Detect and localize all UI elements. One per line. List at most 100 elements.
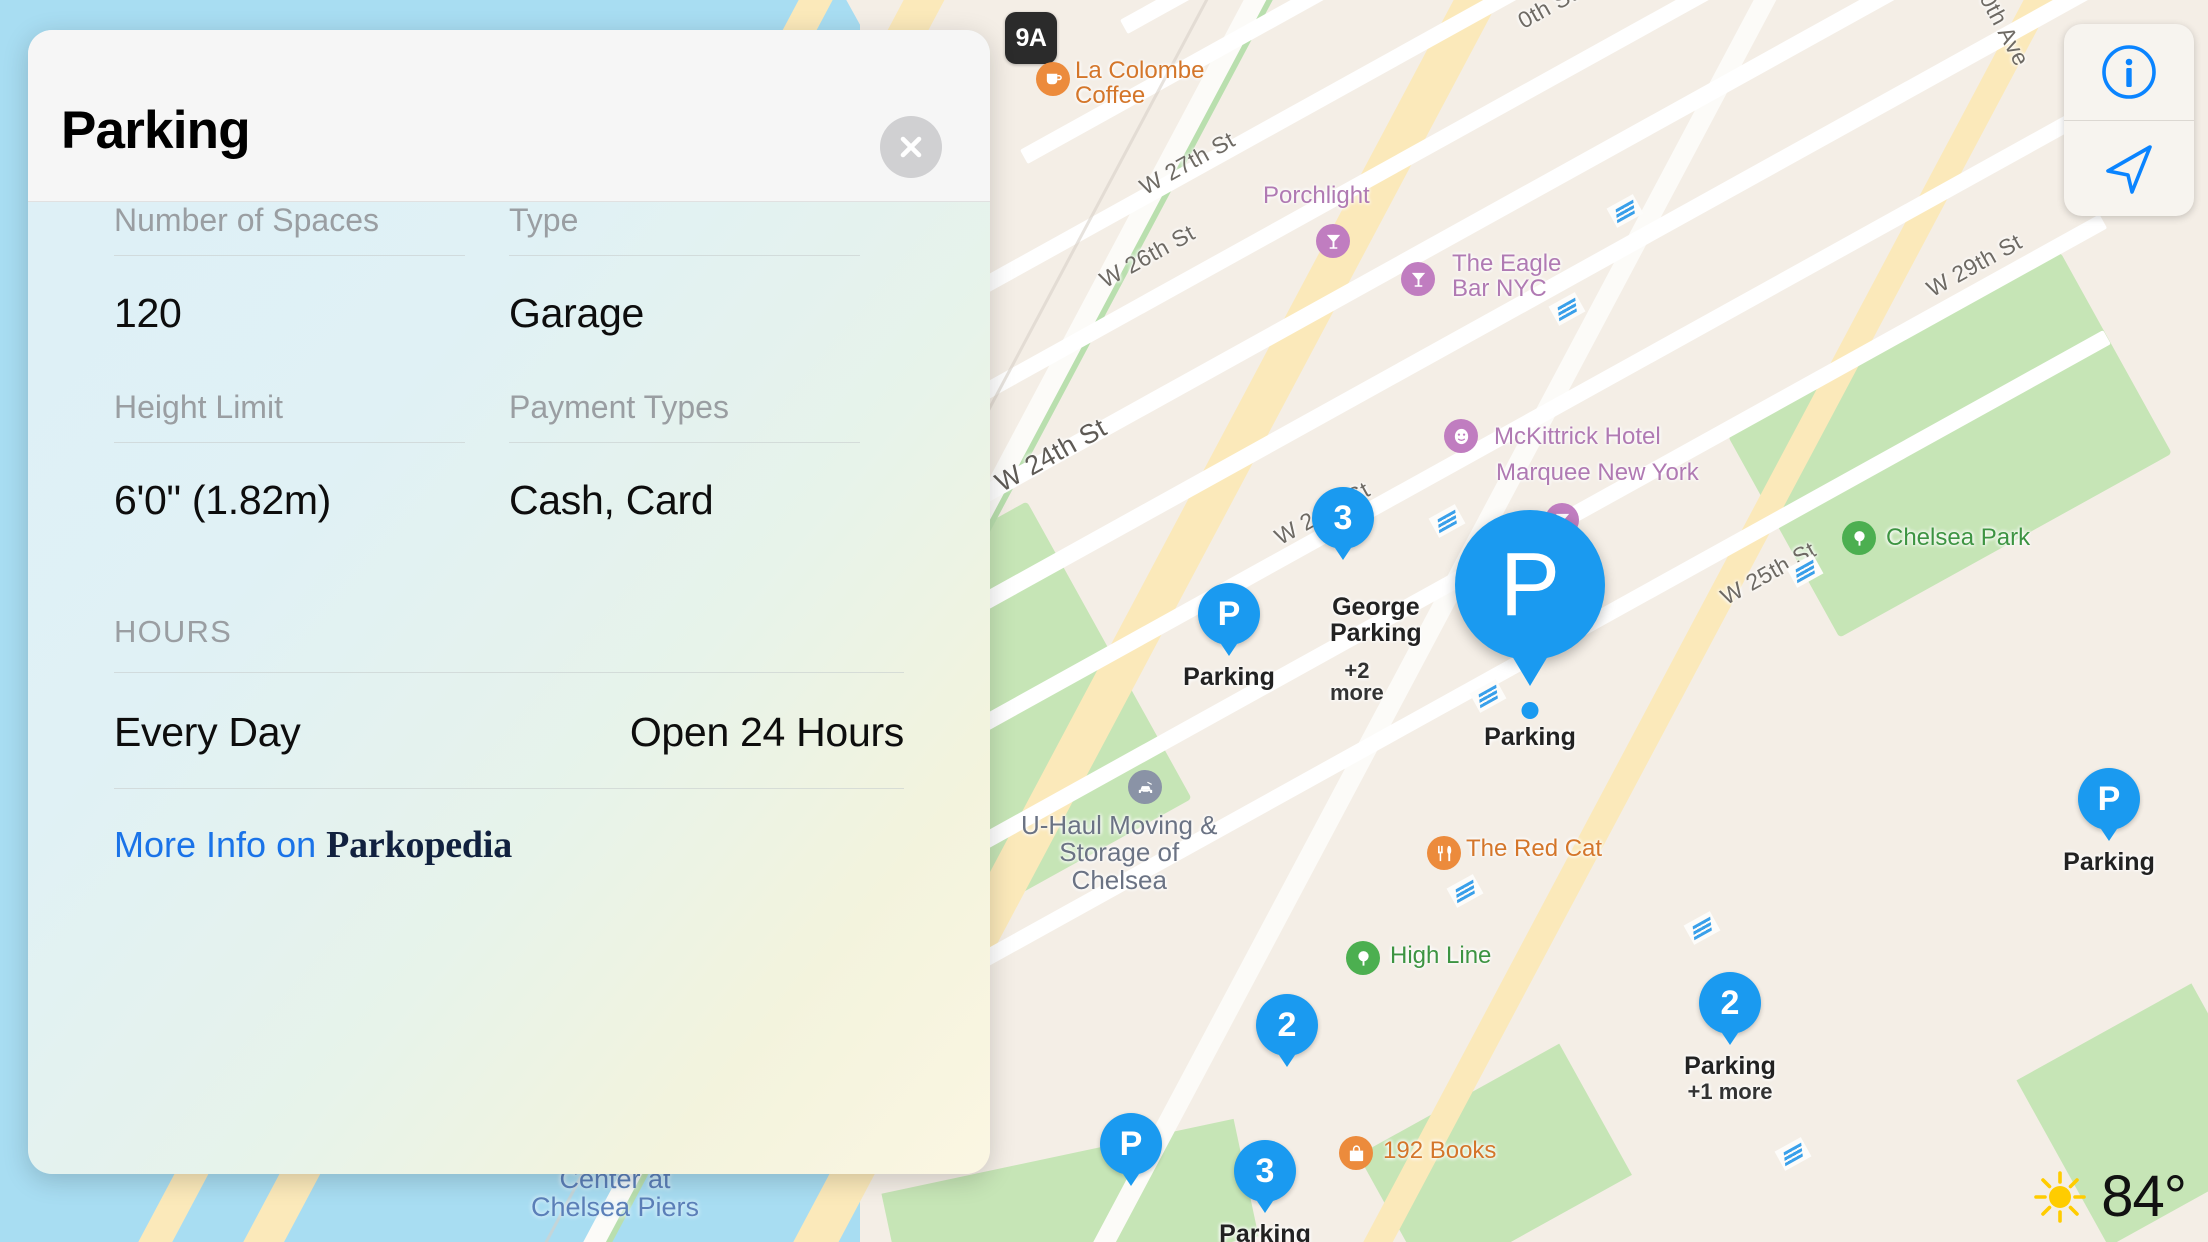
pin-label: Parking (2063, 848, 2155, 876)
more-info-prefix: More Info on (114, 824, 327, 865)
pin-glyph: P (1217, 595, 1241, 633)
panel-header: Parking (28, 30, 990, 202)
field-row-1: Number of Spaces 120 Type Garage (114, 202, 904, 389)
pin-glyph: 3 (1255, 1152, 1275, 1190)
field-divider (509, 442, 860, 443)
field-number-of-spaces: Number of Spaces 120 (114, 202, 509, 389)
cluster-more: +2 more (1330, 658, 1384, 706)
field-divider (114, 255, 465, 256)
pin-glyph: 2 (1277, 1006, 1297, 1044)
poi-marker[interactable] (1401, 262, 1435, 296)
hours-value: Open 24 Hours (629, 709, 904, 755)
cluster-name: George Parking (1330, 593, 1422, 647)
poi-label: The Eagle Bar NYC (1452, 250, 1562, 303)
park-tree-icon (1842, 521, 1876, 555)
poi-marker[interactable] (1316, 224, 1350, 258)
hours-day: Every Day (114, 709, 301, 755)
pin-more-count: +1 more (1687, 1078, 1773, 1104)
poi-marker[interactable] (1427, 836, 1461, 870)
info-circle-icon (2102, 45, 2156, 99)
locate-button[interactable] (2064, 120, 2194, 216)
parking-pin[interactable]: 2 Parking +1 more (1684, 972, 1776, 1102)
info-button[interactable] (2064, 24, 2194, 120)
poi-marker[interactable] (1842, 521, 1876, 555)
parking-count-badge: 3 (1234, 1140, 1296, 1202)
poi-label: High Line (1390, 942, 1492, 969)
poi-marker[interactable] (1339, 1136, 1373, 1170)
field-label: Type (509, 202, 579, 238)
poi-label: The Red Cat (1466, 835, 1603, 862)
shop-bag-icon (1339, 1136, 1373, 1170)
parking-count-badge: 3 (1312, 487, 1374, 549)
pin-glyph: P (1499, 535, 1561, 635)
close-button[interactable] (880, 116, 942, 178)
parkopedia-brand: Parkopedia (326, 824, 513, 866)
field-value: Garage (509, 290, 644, 336)
poi-label: McKittrick Hotel (1494, 423, 1661, 450)
route-shield-9a: 9A (1005, 12, 1057, 64)
route-shield-label: 9A (1015, 23, 1047, 52)
parking-pin[interactable]: P Parking (2063, 768, 2155, 875)
field-payment-types: Payment Types Cash, Card (509, 389, 904, 576)
poi-marker[interactable] (1346, 941, 1380, 975)
poi-label: 192 Books (1383, 1137, 1497, 1164)
pin-label: Parking (1219, 1220, 1311, 1242)
poi-label: Chelsea Park (1886, 524, 2031, 551)
parking-pin-selected[interactable]: P Parking (1455, 510, 1605, 750)
field-value: Cash, Card (509, 477, 714, 523)
park-tree-icon (1346, 941, 1380, 975)
pin-glyph: 3 (1333, 499, 1353, 537)
parking-p-icon: P (1100, 1113, 1162, 1175)
parking-pin[interactable]: 2 (1256, 994, 1318, 1056)
hours-row: Every Day Open 24 Hours (114, 673, 904, 788)
bar-icon (1401, 262, 1435, 296)
hours-top-divider (114, 672, 904, 673)
pin-anchor-dot (1521, 702, 1539, 719)
panel-body: Number of Spaces 120 Type Garage Height … (28, 202, 990, 867)
pin-glyph: 2 (1720, 984, 1740, 1022)
parking-count-badge: 2 (1256, 994, 1318, 1056)
parking-pin[interactable]: 3 Parking (1219, 1140, 1311, 1242)
poi-marker[interactable] (1036, 62, 1070, 96)
theater-icon (1444, 419, 1478, 453)
field-label: Number of Spaces (114, 202, 380, 238)
field-label: Height Limit (114, 389, 283, 425)
cafe-icon (1036, 62, 1070, 96)
poi-label: La Colombe Coffee (1075, 57, 1205, 110)
car-service-icon (1128, 770, 1162, 804)
field-label: Payment Types (509, 389, 729, 425)
sun-icon (2034, 1170, 2087, 1223)
more-info-row: More Info on Parkopedia (114, 789, 904, 867)
hours-bottom-divider (114, 788, 904, 789)
restaurant-icon (1427, 836, 1461, 870)
parking-pin[interactable]: 3 (1312, 487, 1374, 549)
pin-glyph: P (1119, 1125, 1143, 1163)
field-divider (114, 442, 465, 443)
pin-label: Parking +1 more (1684, 1052, 1776, 1104)
parking-count-badge: 2 (1699, 972, 1761, 1034)
poi-marker[interactable] (1444, 419, 1478, 453)
field-type: Type Garage (509, 202, 904, 389)
panel-title: Parking (61, 101, 251, 160)
close-x-icon (900, 136, 922, 158)
parking-pin[interactable]: P Parking (1183, 583, 1275, 690)
more-info-link[interactable]: More Info on Parkopedia (114, 824, 513, 866)
field-divider (509, 255, 860, 256)
hours-section-title: HOURS (114, 614, 232, 649)
weather-widget: 84° (2019, 1157, 2200, 1236)
pin-label: Parking (1183, 663, 1275, 691)
bar-icon (1316, 224, 1350, 258)
poi-label: Porchlight (1263, 182, 1370, 209)
field-row-2: Height Limit 6'0" (1.82m) Payment Types … (114, 389, 904, 576)
poi-label: U-Haul Moving & Storage of Chelsea (1021, 810, 1218, 895)
field-value: 120 (114, 290, 182, 336)
parking-p-icon: P (1455, 510, 1605, 660)
poi-label: Marquee New York (1496, 459, 1699, 486)
parking-p-icon: P (1198, 583, 1260, 645)
temperature-value: 84° (2101, 1164, 2187, 1229)
map-controls[interactable] (2064, 24, 2194, 216)
field-value: 6'0" (1.82m) (114, 477, 332, 523)
parking-pin[interactable]: P (1100, 1113, 1162, 1175)
field-height-limit: Height Limit 6'0" (1.82m) (114, 389, 509, 576)
poi-marker[interactable] (1128, 770, 1162, 804)
